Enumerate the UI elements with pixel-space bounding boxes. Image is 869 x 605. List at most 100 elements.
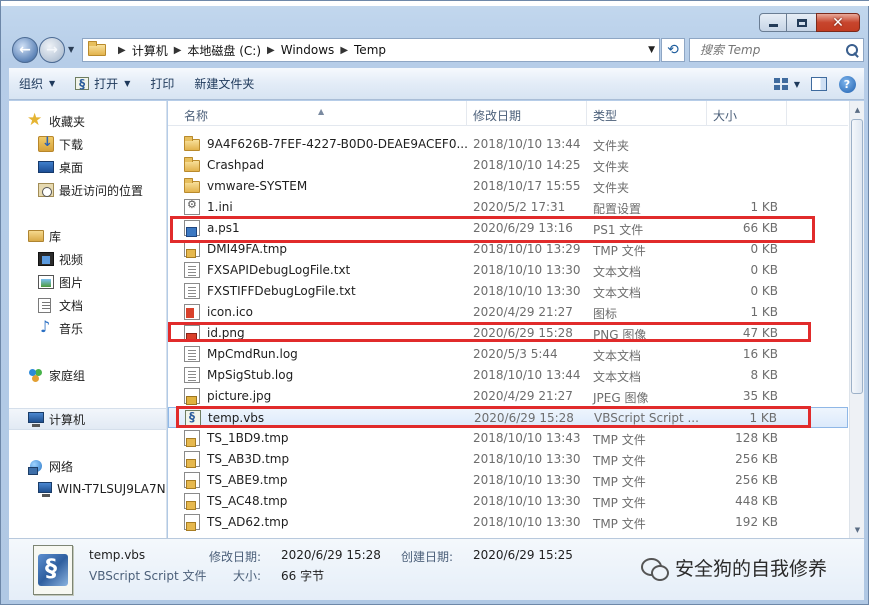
scroll-up-icon[interactable]: ▲ xyxy=(850,101,865,118)
file-row[interactable]: MpCmdRun.log 2020/5/3 5:44 文本文档 16 KB xyxy=(168,344,848,365)
column-modified[interactable]: 修改日期 xyxy=(473,107,521,124)
downloads-folder-icon xyxy=(38,135,54,152)
file-name: picture.jpg xyxy=(207,389,272,403)
file-row[interactable]: icon.ico 2020/4/29 21:27 图标 1 KB xyxy=(168,302,848,323)
nav-documents[interactable]: 文档 xyxy=(9,294,166,316)
back-button[interactable]: ← xyxy=(12,37,38,63)
breadcrumb-local-disk[interactable]: 本地磁盘 (C:) xyxy=(187,42,261,59)
file-row[interactable]: TS_1BD9.tmp 2018/10/10 13:43 TMP 文件 128 KB xyxy=(168,428,848,449)
search-input[interactable] xyxy=(700,43,840,57)
file-row[interactable]: MpSigStub.log 2018/10/10 13:44 文本文档 8 KB xyxy=(168,365,848,386)
address-bar[interactable]: ▶ 计算机 ▶ 本地磁盘 (C:) ▶ Windows ▶ Temp ▼ xyxy=(82,38,660,62)
column-name[interactable]: 名称 xyxy=(184,107,208,124)
chevron-right-icon[interactable]: ▶ xyxy=(267,45,275,56)
chevron-right-icon[interactable]: ▶ xyxy=(118,45,126,56)
forward-button[interactable]: → xyxy=(39,37,65,63)
column-divider[interactable] xyxy=(466,101,467,126)
minimize-button[interactable] xyxy=(759,13,787,32)
txt-file-icon xyxy=(184,367,200,383)
txt-file-icon xyxy=(184,262,200,278)
file-row[interactable]: FXSAPIDebugLogFile.txt 2018/10/10 13:30 文本… xyxy=(168,260,848,281)
sort-ascending-icon: ▲ xyxy=(318,107,325,116)
column-divider[interactable] xyxy=(786,101,787,126)
file-name: icon.ico xyxy=(207,305,253,319)
nav-music[interactable]: 音乐 xyxy=(9,317,166,339)
refresh-button[interactable]: ⟲ xyxy=(661,38,685,62)
nav-desktop[interactable]: 桌面 xyxy=(9,156,166,178)
open-app-icon xyxy=(75,77,90,91)
chevron-right-icon[interactable]: ▶ xyxy=(174,45,182,56)
file-row[interactable]: TS_AB3D.tmp 2018/10/10 13:30 TMP 文件 256 KB xyxy=(168,449,848,470)
vbscript-file-icon xyxy=(33,545,73,595)
change-view-button[interactable] xyxy=(770,73,792,95)
file-row[interactable]: Crashpad 2018/10/10 14:25 文件夹 xyxy=(168,155,848,176)
nav-computer[interactable]: 计算机 xyxy=(9,408,166,430)
breadcrumb-computer[interactable]: 计算机 xyxy=(132,42,168,59)
file-row[interactable]: picture.jpg 2020/4/29 21:27 JPEG 图像 35 KB xyxy=(168,386,848,407)
file-row[interactable]: FXSTIFFDebugLogFile.txt 2018/10/10 13:30 文… xyxy=(168,281,848,302)
nav-downloads[interactable]: 下载 xyxy=(9,133,166,155)
file-name: MpCmdRun.log xyxy=(207,347,298,361)
vertical-scrollbar[interactable]: ▲ ▼ xyxy=(849,101,864,538)
nav-network-host[interactable]: WIN-T7LSUJ9LA7N xyxy=(9,478,166,500)
recent-pages-chevron-icon[interactable]: ▼ xyxy=(68,45,74,54)
new-folder-button[interactable]: 新建文件夹 xyxy=(184,73,264,95)
document-icon xyxy=(38,297,51,313)
organize-label: 组织 xyxy=(19,77,44,91)
print-button[interactable]: 打印 xyxy=(140,73,184,95)
view-options-button[interactable]: ▼ xyxy=(792,73,802,95)
print-label: 打印 xyxy=(150,77,175,91)
nav-favorites[interactable]: 收藏夹 xyxy=(9,110,166,132)
open-button[interactable]: 打开 ▼ xyxy=(65,73,140,95)
nav-homegroup-label: 家庭组 xyxy=(49,368,86,383)
nav-recent-places[interactable]: 最近访问的位置 xyxy=(9,179,166,201)
search-box[interactable] xyxy=(689,38,864,62)
details-size-value: 66 字节 xyxy=(281,569,325,583)
file-row[interactable]: TS_AC48.tmp 2018/10/10 13:30 TMP 文件 448 KB xyxy=(168,491,848,512)
file-size: 16 KB xyxy=(742,347,778,361)
column-divider[interactable] xyxy=(586,101,587,126)
details-created-value: 2020/6/29 15:25 xyxy=(473,548,573,562)
nav-favorites-label: 收藏夹 xyxy=(49,114,86,129)
file-name: DMI49FA.tmp xyxy=(207,242,288,256)
help-button[interactable]: ? xyxy=(836,73,858,95)
column-divider[interactable] xyxy=(706,101,707,126)
column-type[interactable]: 类型 xyxy=(593,107,617,124)
scrollbar-thumb[interactable] xyxy=(851,119,863,394)
scroll-down-icon[interactable]: ▼ xyxy=(850,521,865,538)
nav-downloads-label: 下载 xyxy=(59,137,84,152)
file-name: Crashpad xyxy=(207,158,265,172)
breadcrumb-temp[interactable]: Temp xyxy=(354,43,386,57)
file-modified: 2020/4/29 21:27 xyxy=(473,305,573,319)
nav-libraries[interactable]: 库 xyxy=(9,225,166,247)
maximize-button[interactable] xyxy=(786,13,817,32)
nav-pictures-label: 图片 xyxy=(59,275,84,290)
minimize-icon xyxy=(768,24,778,27)
file-row[interactable]: 1.ini 2020/5/2 17:31 配置设置 1 KB xyxy=(168,197,848,218)
file-row[interactable]: 9A4F626B-7FEF-4227-B0D0-DEAE9ACEF0... 201… xyxy=(168,134,848,155)
file-modified: 2018/10/10 13:30 xyxy=(473,284,581,298)
nav-homegroup[interactable]: 家庭组 xyxy=(9,364,166,386)
breadcrumb-windows[interactable]: Windows xyxy=(281,43,335,57)
file-row[interactable]: vmware-SYSTEM 2018/10/17 15:55 文件夹 xyxy=(168,176,848,197)
organize-button[interactable]: 组织 ▼ xyxy=(9,73,65,95)
preview-pane-button[interactable] xyxy=(808,73,830,95)
maximize-icon xyxy=(796,18,807,27)
file-name: TS_AD62.tmp xyxy=(207,515,289,529)
back-arrow-icon: ← xyxy=(19,42,31,58)
close-button[interactable]: ✕ xyxy=(816,13,860,32)
nav-network-host-label: WIN-T7LSUJ9LA7N xyxy=(57,482,166,496)
file-row[interactable]: TS_ABE9.tmp 2018/10/10 13:30 TMP 文件 256 KB xyxy=(168,470,848,491)
column-size[interactable]: 大小 xyxy=(713,107,737,124)
address-dropdown-chevron-icon[interactable]: ▼ xyxy=(648,45,655,55)
jpg-file-icon xyxy=(184,388,200,405)
chevron-right-icon[interactable]: ▶ xyxy=(340,45,348,56)
file-row[interactable]: TS_AD62.tmp 2018/10/10 13:30 TMP 文件 192 KB xyxy=(168,512,848,533)
nav-pictures[interactable]: 图片 xyxy=(9,271,166,293)
nav-videos[interactable]: 视频 xyxy=(9,248,166,270)
file-type: 文件夹 xyxy=(593,139,630,153)
nav-network-label: 网络 xyxy=(49,459,74,474)
nav-network[interactable]: 网络 xyxy=(9,455,166,477)
computer-icon xyxy=(28,412,44,427)
search-icon[interactable] xyxy=(846,43,859,57)
